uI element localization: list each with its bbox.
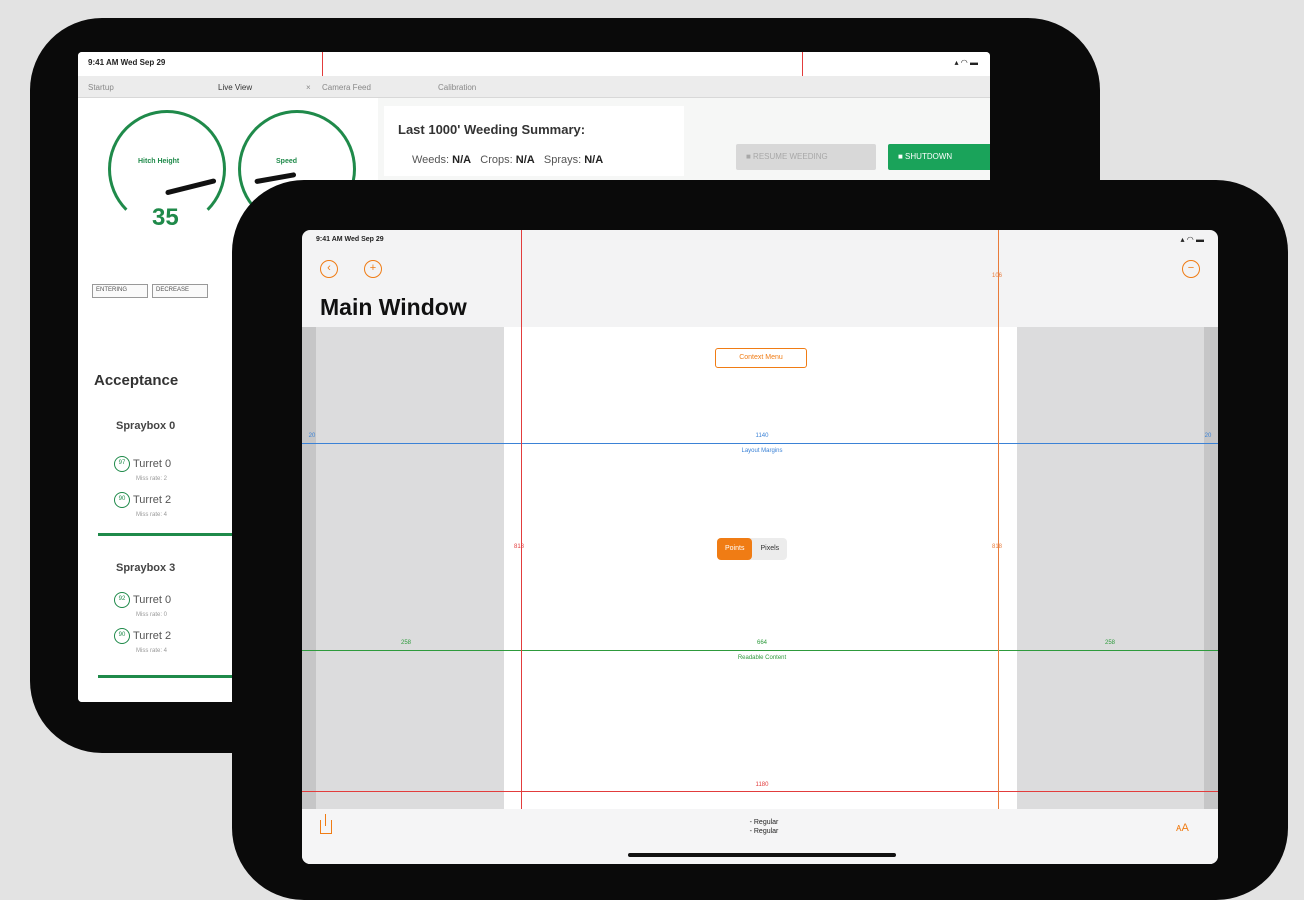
context-menu-button[interactable]: Context Menu <box>715 348 807 368</box>
segment-points[interactable]: Points <box>717 538 753 560</box>
layout-margins-value: 1140 <box>755 433 769 439</box>
guide-line <box>322 52 323 76</box>
tab-bar: Startup Live View × Camera Feed Calibrat… <box>78 76 990 98</box>
turret-name: Turret 0 <box>133 593 172 606</box>
spraybox-title: Spraybox 0 <box>116 420 176 432</box>
turret-name: Turret 2 <box>133 629 172 642</box>
status-bar: 9:41 AM Wed Sep 29 ▴ ◠ ▬ <box>302 230 1218 250</box>
turret-name: Turret 2 <box>133 493 172 506</box>
spraybox-title: Spraybox 3 <box>116 562 176 574</box>
resume-weeding-button[interactable]: ■ RESUME WEEDING <box>736 144 876 170</box>
readable-gutter-left <box>316 327 504 809</box>
status-time: 9:41 AM Wed Sep 29 <box>88 58 166 67</box>
layout-margin-left: 20 <box>308 433 316 439</box>
turret-item[interactable]: 97 Turret 0 <box>114 456 171 472</box>
minus-circle-icon[interactable]: − <box>1182 260 1200 278</box>
safe-area-right <box>1204 327 1218 809</box>
layout-margins-label: Layout Margins <box>741 448 783 454</box>
gauge-label: Hitch Height <box>138 158 180 165</box>
miss-rate: Miss rate: 0 <box>136 612 168 618</box>
turret-status-ring: 90 <box>114 492 130 508</box>
turret-item[interactable]: 90 Turret 2 <box>114 628 171 644</box>
tab-startup[interactable]: Startup <box>88 83 114 92</box>
sprays-label: Sprays: <box>543 154 582 166</box>
status-icons: ▴ ◠ ▬ <box>1180 235 1204 244</box>
safe-area-value: 1180 <box>755 782 769 788</box>
readable-gutter-right <box>1017 327 1205 809</box>
status-bar: 9:41 AM Wed Sep 29 ▴ ◠ ▬ <box>78 52 990 76</box>
size-class-text: - Regular - Regular <box>734 818 794 836</box>
plus-circle-icon[interactable]: + <box>364 260 382 278</box>
crops-label: Crops: <box>480 154 513 166</box>
gauge-label: Speed <box>276 158 298 165</box>
acceptance-title: Acceptance <box>94 372 179 389</box>
turret-status-ring: 90 <box>114 628 130 644</box>
status-time: 9:41 AM Wed Sep 29 <box>316 236 384 243</box>
decrease-button[interactable]: DECREASE <box>152 284 208 298</box>
readable-content-value: 664 <box>756 640 767 646</box>
top-inset-value: 106 <box>991 273 1002 279</box>
layout-margins-line <box>302 443 1218 444</box>
share-icon[interactable] <box>320 814 332 834</box>
turret-name: Turret 0 <box>133 457 172 470</box>
miss-rate: Miss rate: 4 <box>136 512 168 518</box>
readable-gutter-left-value: 258 <box>400 640 411 646</box>
units-segmented-control: Points Pixels <box>717 538 788 560</box>
crops-value: N/A <box>515 154 535 166</box>
right-height-value: 818 <box>991 544 1002 550</box>
tab-live-view[interactable]: Live View <box>218 83 252 92</box>
readable-content-label: Readable Content <box>737 655 787 661</box>
turret-item[interactable]: 90 Turret 2 <box>114 492 171 508</box>
front-tablet-screen: 9:41 AM Wed Sep 29 ▴ ◠ ▬ ‹ + − Main Wind… <box>302 230 1218 864</box>
safe-area-line <box>302 791 1218 792</box>
tab-close-icon[interactable]: × <box>306 83 311 92</box>
miss-rate: Miss rate: 4 <box>136 648 168 654</box>
readable-gutter-right-value: 258 <box>1104 640 1115 646</box>
readable-content-area <box>504 327 1017 809</box>
sprays-value: N/A <box>584 154 604 166</box>
back-circle-icon[interactable]: ‹ <box>320 260 338 278</box>
guide-line <box>802 52 803 76</box>
readable-content-line <box>302 650 1218 651</box>
layout-margin-right: 20 <box>1204 433 1212 439</box>
tab-calibration[interactable]: Calibration <box>438 83 476 92</box>
weeds-value: N/A <box>452 154 472 166</box>
size-class-horizontal: - Regular <box>749 819 779 826</box>
summary-title: Last 1000' Weeding Summary: <box>398 122 586 137</box>
summary-row: Weeds: N/A Crops: N/A Sprays: N/A <box>412 154 603 166</box>
tab-camera-feed[interactable]: Camera Feed <box>322 83 371 92</box>
turret-status-ring: 92 <box>114 592 130 608</box>
entering-button[interactable]: ENTERING <box>92 284 148 298</box>
status-icons: ▴ ◠ ▬ <box>954 58 978 67</box>
turret-item[interactable]: 92 Turret 0 <box>114 592 171 608</box>
weeds-label: Weeds: <box>412 154 450 166</box>
miss-rate: Miss rate: 2 <box>136 476 168 482</box>
text-size-icon[interactable]: ᴀA <box>1176 822 1189 834</box>
segment-pixels[interactable]: Pixels <box>752 538 787 560</box>
left-height-value: 818 <box>513 544 524 550</box>
safe-area-left <box>302 327 316 809</box>
gauge-value: 35 <box>152 204 179 231</box>
weeding-summary: Last 1000' Weeding Summary: Weeds: N/A C… <box>384 106 684 176</box>
shutdown-button[interactable]: ■ SHUTDOWN <box>888 144 990 170</box>
page-title: Main Window <box>320 294 467 320</box>
home-indicator[interactable] <box>628 853 896 857</box>
size-class-vertical: - Regular <box>749 828 779 835</box>
turret-status-ring: 97 <box>114 456 130 472</box>
